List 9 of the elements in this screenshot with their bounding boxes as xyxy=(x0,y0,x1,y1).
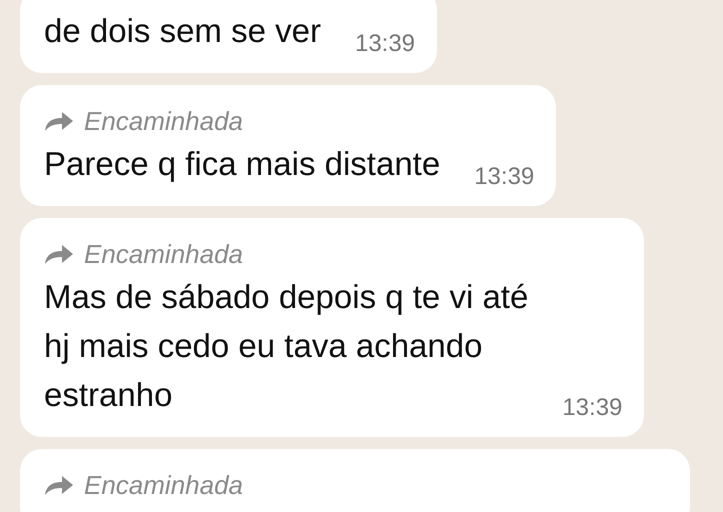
message-time: 13:39 xyxy=(474,162,534,192)
forwarded-label: Encaminhada xyxy=(84,238,243,271)
message-time: 13:39 xyxy=(354,29,416,59)
message-text: Mas de sábado depois q te vi até hj mais cedo eu tava achando estranho xyxy=(44,277,528,415)
message-time: 13:39 xyxy=(562,393,622,423)
message-text: Parece q fica mais distante xyxy=(44,144,440,184)
forwarded-label: Encaminhada xyxy=(84,105,243,138)
forwarded-label: Encaminhada xyxy=(84,469,243,502)
message-text: de dois sem se ver xyxy=(44,11,321,51)
